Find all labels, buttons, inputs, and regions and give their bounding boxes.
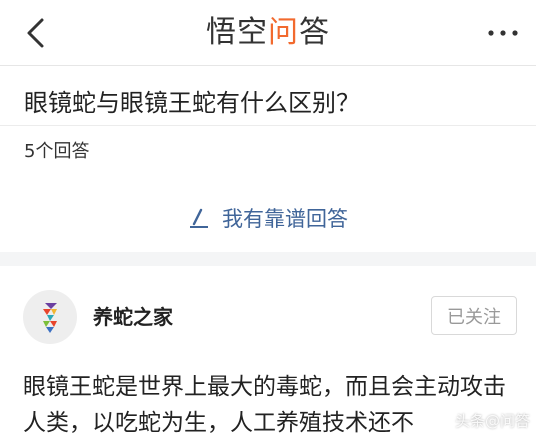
watermark: 头条@问答 [435, 410, 530, 431]
watermark-logo-icon [435, 413, 451, 428]
logo-text-end: 答 [299, 15, 330, 50]
write-answer-button[interactable]: 我有靠谱回答 [0, 198, 536, 238]
question-title: 眼镜蛇与眼镜王蛇有什么区别？ [24, 89, 360, 117]
more-icon[interactable] [486, 24, 520, 42]
question-divider [0, 125, 536, 126]
pen-icon [190, 208, 208, 228]
logo-text-start: 悟空 [206, 15, 268, 50]
author-avatar[interactable] [23, 290, 77, 344]
avatar-logo-icon [43, 303, 57, 333]
watermark-text: 头条@问答 [454, 412, 530, 430]
write-answer-label: 我有靠谱回答 [222, 207, 348, 231]
author-name[interactable]: 养蛇之家 [93, 304, 173, 330]
logo-text-accent: 问 [268, 15, 299, 50]
section-gap [0, 252, 536, 266]
answer-count: 5个回答 [24, 141, 90, 162]
app-logo: 悟空问答 [0, 12, 536, 54]
follow-button[interactable]: 已关注 [431, 296, 517, 335]
top-navigation-bar: 悟空问答 [0, 0, 536, 66]
